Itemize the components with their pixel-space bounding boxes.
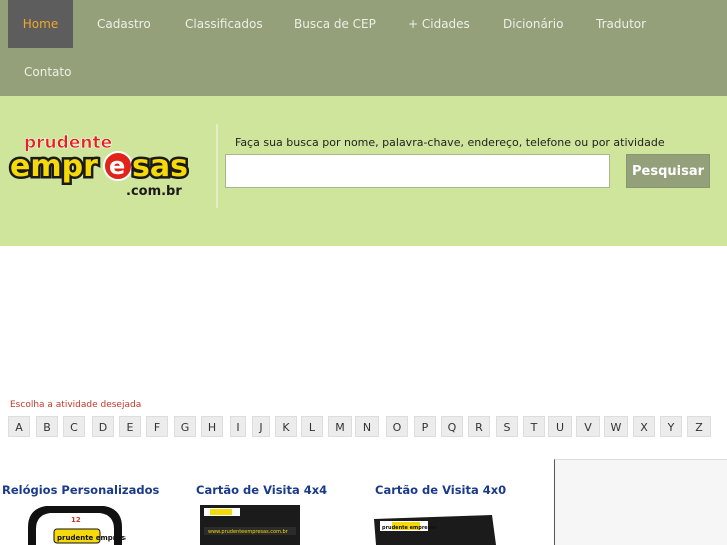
- search-button[interactable]: Pesquisar: [626, 154, 710, 188]
- letter-b-button[interactable]: B: [36, 416, 58, 437]
- letter-u-button[interactable]: U: [548, 416, 572, 437]
- letter-q-button[interactable]: Q: [441, 416, 463, 437]
- letter-n-button[interactable]: N: [355, 416, 379, 437]
- search-input[interactable]: [225, 154, 610, 188]
- logo-letter-e: e: [109, 152, 125, 180]
- letter-d-button[interactable]: D: [92, 416, 114, 437]
- letter-m-button[interactable]: M: [328, 416, 352, 437]
- product-title-cartao-4x0[interactable]: Cartão de Visita 4x0: [375, 483, 506, 497]
- letter-h-button[interactable]: H: [201, 416, 223, 437]
- letter-k-button[interactable]: K: [275, 416, 297, 437]
- clock-brand-text: prudente empresas: [57, 534, 126, 542]
- nav-dicionario[interactable]: Dicionário: [503, 0, 563, 48]
- nav-cidades[interactable]: + Cidades: [408, 0, 470, 48]
- nav-busca-cep[interactable]: Busca de CEP: [294, 0, 376, 48]
- clock-image: 12 prudente empresas: [28, 506, 126, 545]
- logo-word-empr: empr: [10, 149, 98, 184]
- product-image-card-4x0[interactable]: prudente empresas: [372, 513, 498, 545]
- letter-g-button[interactable]: G: [174, 416, 196, 437]
- letter-l-button[interactable]: L: [301, 416, 323, 437]
- letter-a-button[interactable]: A: [8, 416, 30, 437]
- logo-graphic: prudente empr e sas .com.br: [8, 133, 191, 199]
- product-image-card-4x4[interactable]: www.prudenteempresas.com.br: [198, 503, 302, 545]
- divider: [216, 124, 218, 208]
- card-url-text: www.prudenteempresas.com.br: [208, 529, 289, 535]
- logo-word-sas: sas: [132, 149, 188, 184]
- letter-c-button[interactable]: C: [63, 416, 85, 437]
- letter-o-button[interactable]: O: [386, 416, 408, 437]
- nav-home[interactable]: Home: [8, 0, 73, 48]
- business-card-image: prudente empresas: [374, 515, 496, 545]
- letter-s-button[interactable]: S: [496, 416, 518, 437]
- search-label: Faça sua busca por nome, palavra-chave, …: [235, 136, 665, 149]
- letter-i-button[interactable]: I: [230, 416, 246, 437]
- letter-f-button[interactable]: F: [146, 416, 168, 437]
- header-banner: prudente empr e sas .com.br Faça sua bus…: [0, 96, 727, 246]
- product-title-cartao-4x4[interactable]: Cartão de Visita 4x4: [196, 483, 327, 497]
- business-card-image: www.prudenteempresas.com.br: [200, 505, 300, 545]
- letter-w-button[interactable]: W: [604, 416, 628, 437]
- product-title-relogios[interactable]: Relógios Personalizados: [2, 483, 159, 497]
- clock-number: 12: [71, 516, 81, 524]
- card-brand-text: prudente empresas: [382, 525, 437, 531]
- sidebar-box: [554, 459, 727, 545]
- nav-tradutor[interactable]: Tradutor: [596, 0, 646, 48]
- site-logo[interactable]: prudente empr e sas .com.br: [8, 132, 196, 200]
- logo-word-combr: .com.br: [126, 184, 182, 199]
- letter-j-button[interactable]: J: [252, 416, 270, 437]
- letter-e-button[interactable]: E: [119, 416, 141, 437]
- nav-classificados[interactable]: Classificados: [185, 0, 263, 48]
- product-image-clock[interactable]: 12 prudente empresas: [24, 503, 126, 545]
- letter-v-button[interactable]: V: [576, 416, 600, 437]
- nav-cadastro[interactable]: Cadastro: [97, 0, 151, 48]
- letter-p-button[interactable]: P: [414, 416, 436, 437]
- letter-r-button[interactable]: R: [468, 416, 490, 437]
- letter-z-button[interactable]: Z: [687, 416, 711, 437]
- activity-prompt: Escolha a atividade desejada: [10, 400, 142, 410]
- top-navigation: Home Cadastro Classificados Busca de CEP…: [0, 0, 727, 96]
- letter-x-button[interactable]: X: [633, 416, 655, 437]
- letter-t-button[interactable]: T: [523, 416, 545, 437]
- letter-y-button[interactable]: Y: [660, 416, 682, 437]
- nav-contato[interactable]: Contato: [24, 48, 71, 96]
